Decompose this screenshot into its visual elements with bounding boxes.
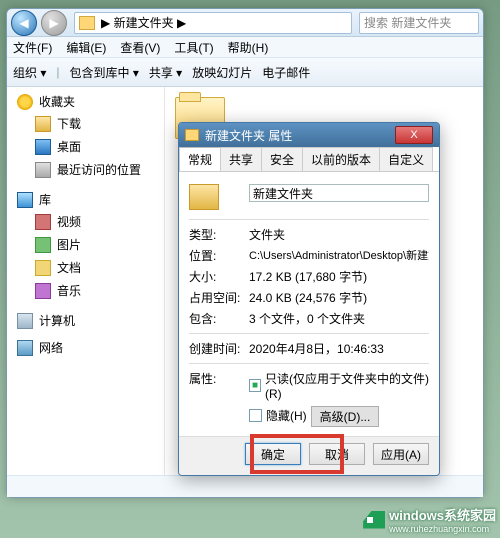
breadcrumb: 新建文件夹: [114, 14, 174, 31]
sidebar-item-pictures[interactable]: 图片: [7, 233, 164, 256]
toolbar-include[interactable]: 包含到库中 ▾: [69, 64, 138, 81]
recent-icon: [35, 162, 51, 178]
toolbar-organize[interactable]: 组织 ▾: [13, 64, 46, 81]
properties-titlebar[interactable]: 新建文件夹 属性 X: [179, 123, 439, 147]
tab-security[interactable]: 安全: [261, 147, 303, 171]
menu-edit[interactable]: 编辑(E): [66, 39, 106, 56]
statusbar: [7, 475, 483, 497]
properties-tabs: 常规 共享 安全 以前的版本 自定义: [179, 147, 439, 172]
cancel-button[interactable]: 取消: [309, 443, 365, 465]
created-label: 创建时间:: [189, 340, 249, 357]
breadcrumb-sep: ▶: [101, 16, 110, 30]
download-icon: [35, 116, 51, 132]
type-value: 文件夹: [249, 226, 429, 243]
dialog-buttons: 确定 取消 应用(A): [179, 436, 439, 475]
video-icon: [35, 214, 51, 230]
tab-previous-versions[interactable]: 以前的版本: [302, 147, 380, 171]
library-icon: [17, 192, 33, 208]
contains-label: 包含:: [189, 310, 249, 327]
menu-view[interactable]: 查看(V): [120, 39, 160, 56]
picture-icon: [35, 237, 51, 253]
sidebar-item-desktop[interactable]: 桌面: [7, 135, 164, 158]
watermark-text: windows系统家园: [389, 505, 496, 524]
sidebar-item-documents[interactable]: 文档: [7, 256, 164, 279]
sidebar-item-music[interactable]: 音乐: [7, 279, 164, 302]
sidebar: 收藏夹 下载 桌面 最近访问的位置 库 视频 图片 文档 音乐 计算机 网络: [7, 87, 165, 475]
disk-label: 占用空间:: [189, 289, 249, 306]
disk-value: 24.0 KB (24,576 字节): [249, 289, 429, 306]
size-value: 17.2 KB (17,680 字节): [249, 268, 429, 285]
explorer-titlebar: ◀ ▶ ▶ 新建文件夹 ▶ 搜索 新建文件夹: [7, 9, 483, 37]
sidebar-libraries-head[interactable]: 库: [7, 191, 164, 208]
sidebar-item-recent[interactable]: 最近访问的位置: [7, 158, 164, 181]
readonly-checkbox[interactable]: ■: [249, 379, 261, 392]
menu-file[interactable]: 文件(F): [13, 39, 52, 56]
house-icon: [363, 511, 385, 529]
readonly-checkbox-row[interactable]: ■ 只读(仅应用于文件夹中的文件)(R): [249, 370, 429, 401]
menu-help[interactable]: 帮助(H): [228, 39, 269, 56]
watermark-url: www.ruhezhuangxin.com: [389, 524, 496, 534]
toolbar-share[interactable]: 共享 ▾: [149, 64, 182, 81]
hidden-label: 隐藏(H): [266, 407, 307, 424]
folder-icon: [79, 16, 95, 30]
properties-body: 类型:文件夹 位置:C:\Users\Administrator\Desktop…: [179, 172, 439, 436]
tab-share[interactable]: 共享: [220, 147, 262, 171]
created-value: 2020年4月8日，10:46:33: [249, 340, 429, 357]
contains-value: 3 个文件，0 个文件夹: [249, 310, 429, 327]
nav-forward-button[interactable]: ▶: [41, 10, 67, 36]
hidden-checkbox[interactable]: [249, 409, 262, 422]
search-input[interactable]: 搜索 新建文件夹: [359, 12, 479, 34]
folder-icon: [189, 184, 219, 210]
toolbar: 组织 ▾ | 包含到库中 ▾ 共享 ▾ 放映幻灯片 电子邮件: [7, 57, 483, 87]
toolbar-slideshow[interactable]: 放映幻灯片: [192, 64, 252, 81]
search-placeholder: 搜索 新建文件夹: [364, 14, 451, 31]
sidebar-item-video[interactable]: 视频: [7, 210, 164, 233]
size-label: 大小:: [189, 268, 249, 285]
tab-custom[interactable]: 自定义: [379, 147, 433, 171]
apply-button[interactable]: 应用(A): [373, 443, 429, 465]
folder-icon: [185, 129, 199, 141]
properties-title: 新建文件夹 属性: [205, 127, 395, 144]
menu-tools[interactable]: 工具(T): [174, 39, 213, 56]
breadcrumb-sep2: ▶: [177, 16, 186, 30]
properties-dialog: 新建文件夹 属性 X 常规 共享 安全 以前的版本 自定义 类型:文件夹 位置:…: [178, 122, 440, 476]
music-icon: [35, 283, 51, 299]
desktop-icon: [35, 139, 51, 155]
sidebar-network[interactable]: 网络: [7, 339, 164, 356]
close-button[interactable]: X: [395, 126, 433, 144]
advanced-button[interactable]: 高级(D)...: [311, 406, 380, 427]
location-label: 位置:: [189, 247, 249, 264]
watermark: windows系统家园 www.ruhezhuangxin.com: [363, 505, 496, 534]
network-icon: [17, 340, 33, 356]
hidden-checkbox-row[interactable]: 隐藏(H) 高级(D)...: [249, 404, 429, 427]
type-label: 类型:: [189, 226, 249, 243]
sidebar-favorites-head[interactable]: 收藏夹: [7, 93, 164, 110]
attributes-label: 属性:: [189, 370, 249, 427]
menubar: 文件(F) 编辑(E) 查看(V) 工具(T) 帮助(H): [7, 37, 483, 57]
address-bar[interactable]: ▶ 新建文件夹 ▶: [74, 12, 352, 34]
folder-name-input[interactable]: [249, 184, 429, 202]
toolbar-email[interactable]: 电子邮件: [262, 64, 310, 81]
computer-icon: [17, 313, 33, 329]
sidebar-item-downloads[interactable]: 下载: [7, 112, 164, 135]
tab-general[interactable]: 常规: [179, 147, 221, 171]
readonly-label: 只读(仅应用于文件夹中的文件)(R): [265, 370, 429, 401]
document-icon: [35, 260, 51, 276]
nav-back-button[interactable]: ◀: [11, 10, 37, 36]
ok-button[interactable]: 确定: [245, 443, 301, 465]
star-icon: [17, 94, 33, 110]
location-value: C:\Users\Administrator\Desktop\新建文件夹: [249, 247, 429, 264]
sidebar-computer[interactable]: 计算机: [7, 312, 164, 329]
